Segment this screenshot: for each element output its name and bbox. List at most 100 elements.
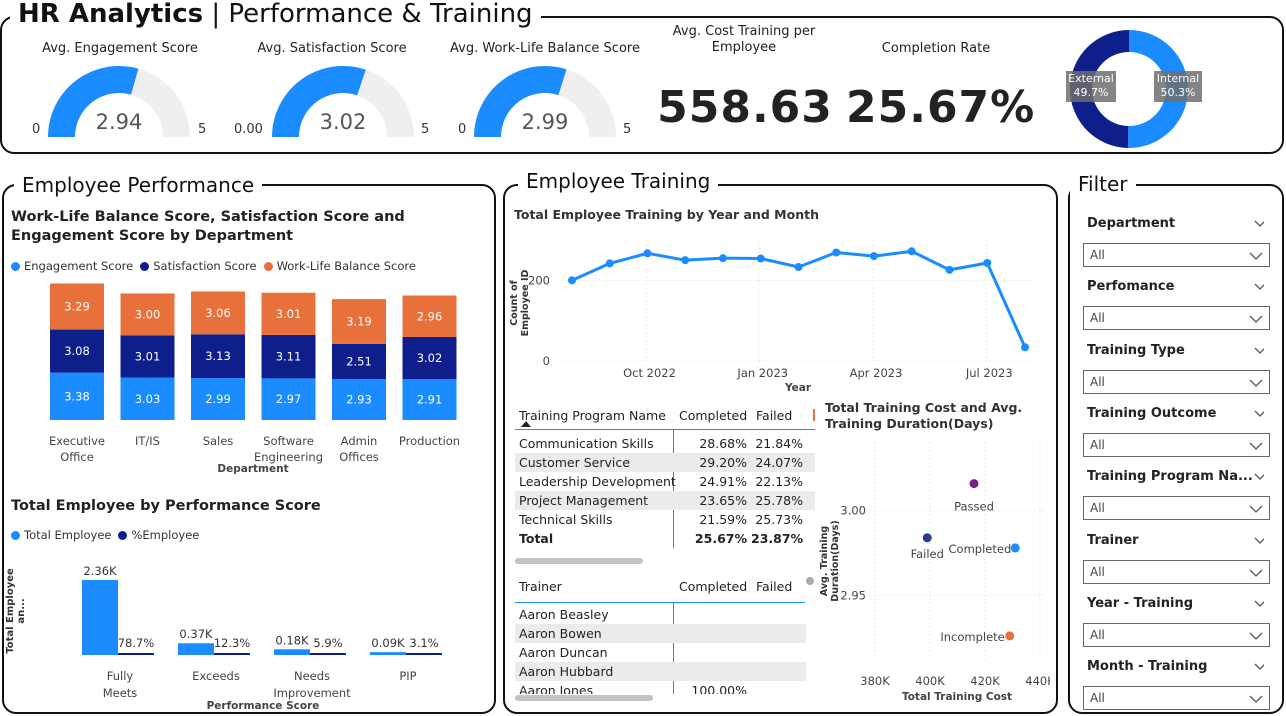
line-xtick: Jan 2023 [736,366,788,380]
program-table-scrollbar[interactable] [515,558,643,564]
trainer-row[interactable]: Aaron Bowen [515,624,806,643]
donut-external-name: External [1068,72,1114,85]
trainer-name-cell: Aaron Hubbard [519,664,614,679]
filter-dropdown[interactable]: All [1083,496,1270,521]
perf-bar-pct-label: 78.7% [118,636,155,650]
program-header-line [515,429,815,430]
perf-bar-total [370,652,406,655]
dept-bar-value: 3.29 [64,300,90,314]
trainer-header-name[interactable]: Trainer [519,579,562,594]
line-xtick: Oct 2022 [623,366,676,380]
program-row[interactable]: Project Management 23.65% 25.78% [515,491,815,510]
program-total-row[interactable]: Total 25.67% 23.87% [515,529,815,548]
legend-pct: %Employee [131,528,200,542]
trainer-header-failed[interactable]: Failed [756,579,792,594]
program-row[interactable]: Customer Service 29.20% 24.07% [515,453,815,472]
scatter-point-incomplete[interactable] [1005,631,1015,641]
training-section-title: Employee Training [518,168,719,194]
worklife-gauge-min: 0 [458,122,467,137]
scatter-point-failed[interactable] [922,533,932,543]
sort-arrow-icon[interactable] [521,421,531,427]
dept-bar-value: 2.91 [417,393,443,407]
title-rest: Performance & Training [228,0,533,29]
line-point[interactable] [605,259,614,268]
program-failed-cell: 25.78% [755,493,803,508]
chevron-down-icon[interactable] [1254,663,1264,673]
training-line-chart: Oct 2022 Jan 2023 Apr 2023 Jul 2023 0 200 [528,240,1035,380]
chevron-down-icon[interactable] [1254,473,1264,483]
perf-bar-total-label: 0.09K [371,636,405,650]
program-table[interactable]: Training Program Name Completed Failed C… [515,405,815,565]
program-row[interactable]: Communication Skills 28.68% 21.84% [515,434,815,453]
line-point[interactable] [756,254,765,263]
scatter-point-passed[interactable] [969,479,979,489]
line-point[interactable] [643,249,652,258]
line-point[interactable] [832,248,841,257]
scatter-point-completed[interactable] [1010,543,1020,553]
legend-satisfaction-dot [140,261,150,271]
dept-stacked-bar-chart: 3.38 3.08 3.29 Executive Office 3.03 3.01 3.00 I… [49,283,460,464]
line-point[interactable] [719,254,727,263]
line-point[interactable] [870,252,878,261]
filter-dropdown[interactable]: All [1083,622,1270,647]
trainer-table[interactable]: Trainer Completed Failed Aaron Beasley Aa… [515,576,815,694]
donut-label-internal: Internal 50.3% [1154,71,1202,102]
program-row[interactable]: Technical Skills 21.59% 25.73% [515,510,815,529]
perf-bar-total [274,649,310,655]
perf-chart-xlabel: Performance Score [206,700,320,712]
trainer-row[interactable]: Aaron Hubbard [515,662,806,681]
filter-dropdown[interactable]: All [1083,369,1270,394]
dept-bar-value: 3.00 [135,307,161,321]
perf-bar-pct [406,653,442,655]
chevron-down-icon[interactable] [1254,283,1264,293]
trainer-row[interactable]: Aaron Duncan [515,643,806,662]
perf-bar-pct-label: 5.9% [313,636,342,650]
trainer-header-line [515,602,805,603]
chevron-down-icon[interactable] [1254,347,1264,357]
line-point[interactable] [907,247,916,256]
program-header-completed[interactable]: Completed [679,408,747,423]
scatter-ytick: 3.00 [840,504,866,518]
line-xtick: Apr 2023 [850,366,903,380]
program-failed-cell: 23.87% [751,531,804,546]
satisfaction-gauge-value: 3.02 [319,110,367,134]
program-header-failed[interactable]: Failed [756,408,792,423]
chevron-down-icon[interactable] [1254,600,1264,610]
completion-card-value: 25.67% [846,82,1036,133]
line-point[interactable] [983,258,992,267]
dept-bar-value: 3.19 [346,315,372,329]
filter-label: Training Outcome [1087,405,1217,421]
filter-dropdown[interactable]: All [1083,306,1270,331]
chevron-down-icon [1249,442,1263,450]
line-point[interactable] [568,276,576,285]
program-row[interactable]: Leadership Development 24.91% 22.13% [515,472,815,491]
line-point[interactable] [1021,343,1029,352]
worklife-gauge-max: 5 [623,122,632,137]
trainer-header-completed[interactable]: Completed [679,579,747,594]
filter-dropdown[interactable]: All [1083,686,1270,711]
line-point[interactable] [945,265,954,274]
dept-category-label: Offices [339,450,379,464]
trainer-row[interactable]: Aaron Beasley [515,605,806,624]
scatter-ytick: 2.95 [840,588,866,602]
program-name-cell: Project Management [519,493,649,508]
program-name-cell: Total [519,531,554,546]
chevron-down-icon[interactable] [1254,410,1264,420]
line-point[interactable] [681,256,690,265]
line-point[interactable] [794,263,803,272]
filter-dropdown[interactable]: All [1083,432,1270,457]
chevron-down-icon[interactable] [1254,537,1264,547]
trainer-row[interactable]: Aaron Jones 100.00% [515,681,806,694]
line-ytick: 0 [543,354,550,368]
chevron-down-icon[interactable] [1254,220,1264,230]
program-header-name[interactable]: Training Program Name [519,408,666,423]
filter-dropdown[interactable]: All [1083,243,1270,267]
filter-label: Training Program Na... [1087,469,1253,485]
filter-label: Training Type [1087,342,1185,358]
trainer-scroll-indicator[interactable] [806,577,814,585]
filter-dropdown[interactable]: All [1083,559,1270,584]
engagement-gauge-min: 0 [32,122,41,137]
dashboard-title: HR Analytics | Performance & Training [10,0,541,28]
filter-label: Trainer [1087,532,1139,548]
trainer-table-scrollbar[interactable] [515,695,653,701]
